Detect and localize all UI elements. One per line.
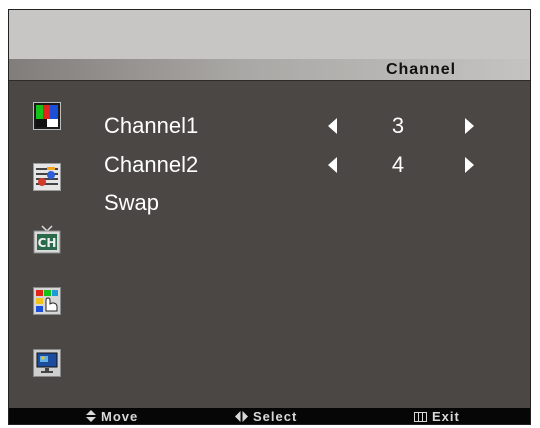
audio-icon[interactable]	[33, 163, 61, 191]
footer-exit-label: Exit	[432, 409, 460, 424]
footer-select: Select	[235, 408, 297, 424]
footer-bar: Move Select Exit	[9, 408, 530, 424]
footer-exit: Exit	[414, 408, 460, 424]
decrease-arrow-icon[interactable]	[328, 118, 337, 134]
divider	[9, 80, 530, 81]
menu-button-icon	[414, 409, 427, 424]
left-right-arrow-icon	[235, 409, 248, 424]
increase-arrow-icon[interactable]	[465, 118, 474, 134]
footer-move: Move	[86, 408, 138, 424]
feature-hand-icon[interactable]	[33, 287, 61, 315]
menu-title: Channel	[385, 61, 457, 78]
screen-setup-icon[interactable]	[33, 349, 61, 377]
channel-tv-icon[interactable]: CH	[33, 225, 61, 254]
menu-item-label: Swap	[104, 190, 160, 215]
increase-arrow-icon[interactable]	[465, 157, 474, 173]
menu-item-label: Channel1	[104, 113, 199, 138]
up-down-arrow-icon	[86, 409, 96, 424]
menu-item-label: Channel2	[104, 152, 199, 177]
decrease-arrow-icon[interactable]	[328, 157, 337, 173]
channel1-value: 3	[391, 113, 405, 138]
footer-select-label: Select	[253, 409, 298, 424]
title-bar: Channel	[9, 59, 530, 80]
menu-item-channel2[interactable]: Channel2	[104, 150, 198, 180]
footer-move-label: Move	[101, 409, 139, 424]
svg-text:CH: CH	[38, 236, 57, 250]
osd-menu: Channel CH Channel1 3 Channel2 4 Swap Mo…	[8, 9, 531, 425]
channel2-value: 4	[391, 152, 405, 177]
menu-item-channel1[interactable]: Channel1	[104, 111, 198, 141]
header-band	[9, 10, 530, 59]
picture-icon[interactable]	[33, 102, 61, 130]
menu-item-swap[interactable]: Swap	[104, 188, 159, 218]
